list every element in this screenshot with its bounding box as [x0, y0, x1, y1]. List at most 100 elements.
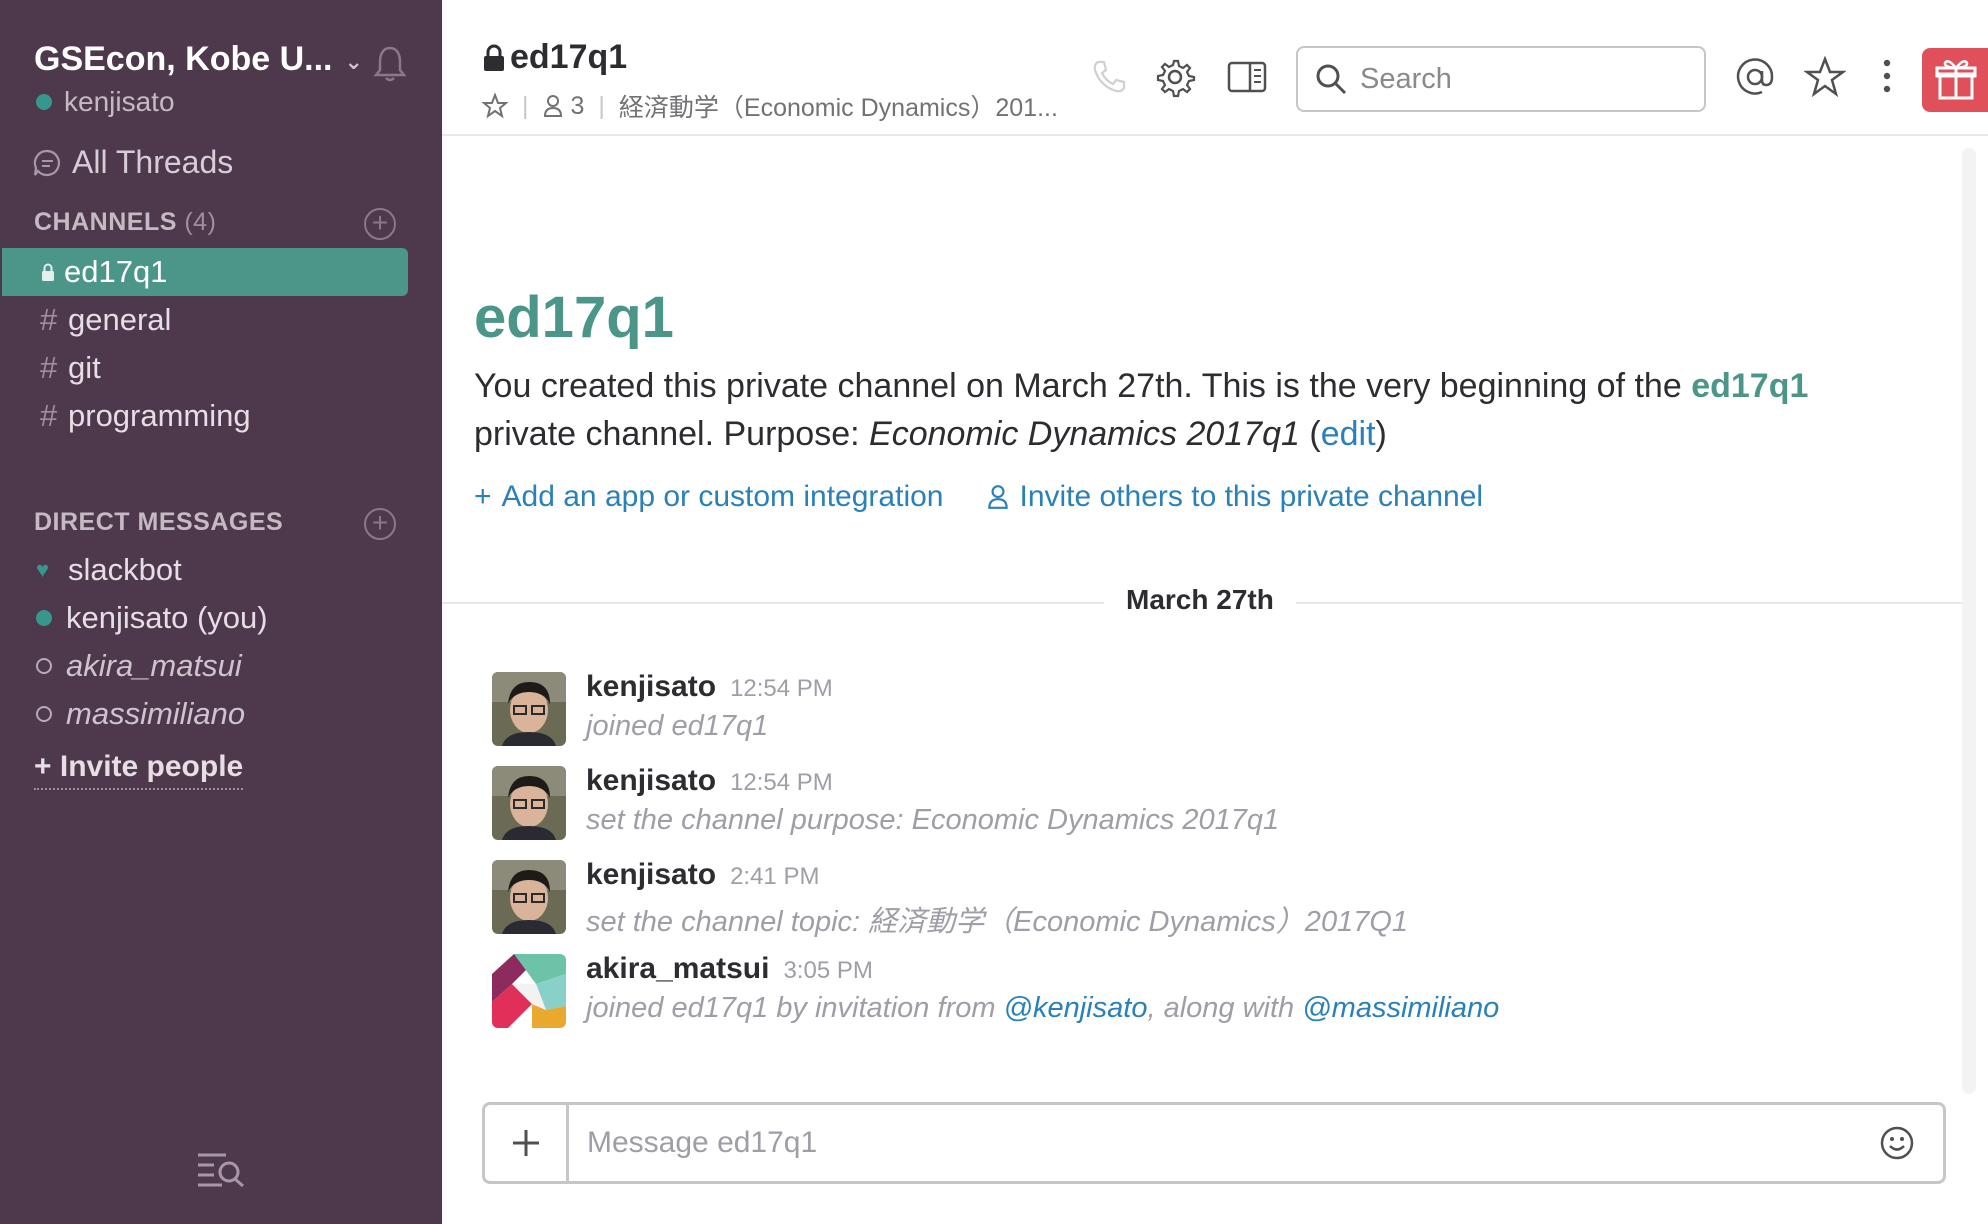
sidebar-item-programming[interactable]: # programming [2, 392, 408, 440]
message-author[interactable]: kenjisato 12:54 PM [586, 670, 833, 704]
sidebar-item-ed17q1[interactable]: ed17q1 [2, 248, 408, 296]
message-text-part: joined ed17q1 by invitation from [586, 992, 1004, 1024]
channels-header[interactable]: CHANNELS (4) [34, 208, 216, 237]
all-threads-link[interactable]: All Threads [32, 144, 233, 181]
message-author[interactable]: kenjisato 2:41 PM [586, 858, 819, 892]
message-item: akira_matsui 3:05 PM joined ed17q1 by inv… [492, 952, 1892, 1042]
message-pane: ed17q1 You created this private channel … [442, 136, 1988, 1224]
channel-intro-title: ed17q1 [474, 285, 674, 350]
sidebar-item-label: git [68, 350, 101, 385]
dm-item-akira-matsui[interactable]: akira_matsui [36, 648, 242, 684]
channel-intro-text: You created this private channel on Marc… [474, 362, 1914, 458]
team-name: GSEcon, Kobe U... [34, 40, 333, 78]
dm-header-label: DIRECT MESSAGES [34, 508, 284, 536]
message-timestamp[interactable]: 3:05 PM [783, 957, 872, 984]
search-input[interactable] [1360, 62, 1680, 96]
search-icon [1316, 64, 1347, 95]
message-input[interactable] [569, 1126, 1867, 1160]
sidebar: GSEcon, Kobe U... ⌄ kenjisato All Thread… [0, 0, 442, 1224]
invite-others-label: Invite others to this private channel [1019, 480, 1484, 513]
channel-title[interactable]: ed17q1 [482, 38, 627, 77]
author-name: akira_matsui [586, 952, 770, 985]
invite-people-link[interactable]: + Invite people [34, 750, 244, 790]
intro-text-part: private channel. Purpose: [474, 415, 870, 453]
scrollbar[interactable] [1962, 148, 1976, 1094]
message-timestamp[interactable]: 2:41 PM [730, 863, 819, 890]
message-author[interactable]: akira_matsui 3:05 PM [586, 952, 873, 986]
member-count-button[interactable]: 3 [543, 92, 584, 121]
presence-online-icon [36, 94, 52, 110]
intro-text-part: ( [1299, 415, 1321, 453]
message-composer [482, 1102, 1946, 1184]
lock-icon [40, 254, 64, 290]
star-icon[interactable] [1804, 56, 1846, 98]
author-name: kenjisato [586, 670, 717, 703]
message-timestamp[interactable]: 12:54 PM [730, 769, 833, 796]
mention-link[interactable]: @massimiliano [1302, 992, 1499, 1024]
person-icon [543, 95, 562, 117]
phone-icon[interactable] [1088, 56, 1130, 98]
dm-item-label: akira_matsui [66, 648, 242, 683]
author-name: kenjisato [586, 764, 717, 797]
chevron-down-icon: ⌄ [344, 48, 363, 74]
message-text-part: , along with [1147, 992, 1303, 1024]
divider: | [598, 91, 605, 120]
channels-header-label: CHANNELS [34, 208, 177, 236]
channel-meta: | 3 | 経済動学（Economic Dynamics）201... [482, 88, 1058, 124]
bell-icon[interactable] [372, 44, 408, 84]
emoji-icon[interactable] [1867, 1113, 1927, 1173]
gift-button[interactable] [1922, 48, 1988, 112]
search-box[interactable] [1296, 46, 1706, 112]
dm-item-massimiliano[interactable]: massimiliano [36, 696, 245, 732]
team-menu[interactable]: GSEcon, Kobe U... ⌄ [34, 40, 363, 79]
sidebar-item-general[interactable]: # general [2, 296, 408, 344]
attach-button[interactable] [485, 1105, 569, 1181]
details-panel-icon[interactable] [1226, 56, 1268, 98]
dm-item-label: kenjisato (you) [66, 600, 268, 635]
channel-link[interactable]: ed17q1 [1691, 367, 1808, 405]
more-vertical-icon[interactable] [1866, 56, 1908, 98]
avatar[interactable] [492, 860, 566, 934]
invite-others-link[interactable]: Invite others to this private channel [987, 480, 1483, 514]
sidebar-item-label: ed17q1 [64, 254, 168, 289]
intro-text-part: You created this private channel on Marc… [474, 367, 1692, 405]
gear-icon[interactable] [1154, 56, 1196, 98]
presence-away-icon [36, 706, 52, 722]
divider: | [522, 91, 529, 120]
avatar[interactable] [492, 766, 566, 840]
star-icon[interactable] [482, 93, 508, 119]
all-threads-label: All Threads [72, 144, 234, 180]
message-text: joined ed17q1 [586, 710, 769, 742]
dm-item-slackbot[interactable]: ♥ slackbot [36, 552, 182, 588]
gift-icon [1935, 60, 1977, 100]
message-text: set the channel purpose: Economic Dynami… [586, 804, 1280, 836]
add-app-link[interactable]: + Add an app or custom integration [474, 480, 943, 514]
lock-icon [484, 44, 504, 71]
add-app-label: Add an app or custom integration [501, 480, 944, 513]
sidebar-item-git[interactable]: # git [2, 344, 408, 392]
add-channel-icon[interactable]: + [364, 208, 396, 240]
at-sign-icon[interactable] [1734, 56, 1776, 98]
edit-purpose-link[interactable]: edit [1321, 415, 1376, 453]
mention-link[interactable]: @kenjisato [1004, 992, 1148, 1024]
avatar[interactable] [492, 954, 566, 1028]
avatar[interactable] [492, 672, 566, 746]
message-author[interactable]: kenjisato 12:54 PM [586, 764, 833, 798]
channel-name: ed17q1 [510, 38, 628, 76]
date-divider-label: March 27th [1104, 584, 1296, 616]
add-dm-icon[interactable]: + [364, 508, 396, 540]
intro-text-part: ) [1375, 415, 1387, 453]
message-text: set the channel topic: 経済動学（Economic Dyn… [586, 906, 1409, 938]
channel-header: ed17q1 | 3 | 経済動学（Economic Dynamics）201.… [442, 0, 1988, 136]
channel-topic[interactable]: 経済動学（Economic Dynamics）201... [619, 88, 1058, 124]
presence-online-icon [36, 610, 52, 626]
invite-people-label: Invite people [59, 750, 244, 783]
message-item: kenjisato 12:54 PM joined ed17q1 [492, 670, 1892, 760]
current-user[interactable]: kenjisato [36, 86, 175, 118]
sidebar-item-label: general [68, 302, 172, 337]
dm-item-label: massimiliano [66, 696, 246, 731]
dm-item-kenjisato[interactable]: kenjisato (you) [36, 600, 268, 636]
message-timestamp[interactable]: 12:54 PM [730, 675, 833, 702]
quick-switcher-icon[interactable] [196, 1150, 248, 1188]
direct-messages-header[interactable]: DIRECT MESSAGES [34, 508, 283, 537]
